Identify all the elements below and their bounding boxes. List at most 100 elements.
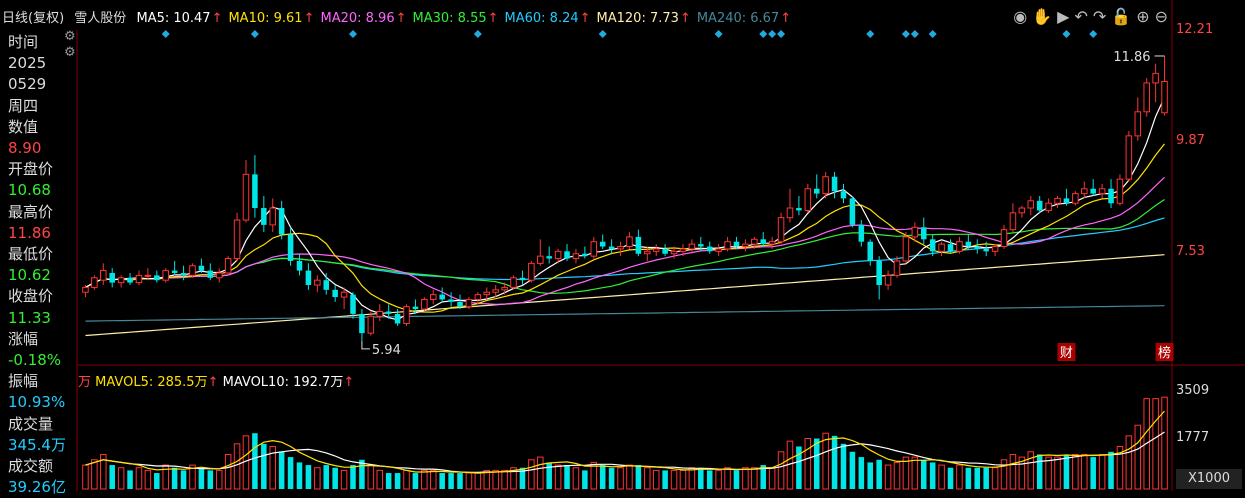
- candle-body: [938, 243, 945, 252]
- volume-bar: [1063, 454, 1070, 489]
- candle-body: [858, 224, 865, 242]
- candle-body: [1000, 229, 1008, 248]
- volume-bar: [340, 469, 348, 490]
- candle-body: [287, 234, 294, 261]
- candle-body: [269, 207, 277, 226]
- candle-body: [991, 246, 999, 252]
- volume-bar: [252, 433, 258, 489]
- volume-bar: [822, 432, 829, 490]
- candle-body: [501, 286, 508, 291]
- volume-bar: [448, 473, 454, 489]
- candle-body: [768, 241, 776, 245]
- candle-body: [983, 248, 989, 252]
- candle-body: [572, 253, 580, 260]
- candle-body: [688, 243, 696, 250]
- volume-bar: [1161, 396, 1168, 490]
- candle-body: [644, 250, 651, 255]
- volume-bar: [135, 467, 143, 490]
- candle-body: [1090, 188, 1096, 194]
- candle-body: [233, 219, 241, 260]
- candle-body: [1161, 80, 1168, 114]
- candle-body: [314, 279, 321, 286]
- candle-body: [162, 270, 169, 281]
- volume-bar: [117, 467, 125, 490]
- volume-bar: [465, 472, 473, 490]
- candle-body: [751, 238, 758, 245]
- volume-bar: [1000, 459, 1008, 490]
- volume-bar: [323, 465, 330, 489]
- volume-bar: [804, 438, 812, 490]
- volume-bar: [537, 456, 544, 490]
- volume-bar: [974, 467, 981, 489]
- volume-bar: [376, 469, 384, 490]
- candle-body: [849, 198, 856, 225]
- candle-body: [510, 277, 517, 288]
- candle-body: [698, 244, 704, 247]
- candle-body: [1098, 188, 1106, 195]
- candle-body: [804, 188, 812, 211]
- volume-bar: [296, 462, 303, 489]
- volume-bar: [91, 459, 98, 490]
- volume-bar: [572, 467, 580, 490]
- candle-body: [974, 246, 981, 249]
- volume-bar: [608, 467, 615, 489]
- volume-bar: [109, 465, 115, 489]
- candle-body: [1081, 188, 1088, 195]
- volume-bar: [287, 457, 294, 489]
- volume-bar: [154, 473, 160, 489]
- volume-bar: [858, 457, 865, 489]
- candle-body: [715, 248, 722, 252]
- kline-chart[interactable]: 11.86 5.94 财 榜: [0, 0, 1245, 491]
- volume-bar: [359, 459, 365, 489]
- volume-bar: [582, 470, 588, 489]
- volume-bar: [457, 473, 463, 489]
- volume-bar: [849, 451, 856, 489]
- candle-body: [652, 248, 660, 252]
- volume-bar: [127, 470, 133, 489]
- volume-bar: [278, 451, 285, 489]
- volume-bar: [947, 467, 954, 489]
- event-badge-bang: 榜: [1158, 345, 1171, 361]
- candle-body: [198, 265, 205, 271]
- volume-bar: [965, 467, 972, 489]
- candle-body: [367, 315, 375, 334]
- volume-bar: [876, 459, 882, 489]
- candle-body: [242, 173, 250, 221]
- candle-body: [831, 176, 838, 192]
- high-price-label: 11.86: [1113, 50, 1150, 65]
- candle-body: [929, 239, 936, 252]
- volume-bar: [215, 469, 223, 490]
- candle-body: [332, 289, 338, 298]
- candle-body: [483, 291, 491, 296]
- volume-bar: [911, 456, 919, 490]
- candle-body: [340, 291, 348, 298]
- candle-body: [742, 243, 749, 248]
- volume-bar: [991, 467, 999, 490]
- candle-body: [82, 286, 89, 293]
- signal-diamond-icon: [250, 30, 259, 38]
- candle-body: [91, 277, 98, 288]
- volume-bar: [1036, 454, 1043, 489]
- volume-bar: [1009, 453, 1017, 490]
- candle-body: [893, 260, 901, 276]
- volume-bar: [768, 467, 776, 490]
- candle-body: [215, 272, 223, 279]
- volume-bar: [233, 443, 241, 490]
- volume-bar: [679, 469, 687, 490]
- candle-body: [1125, 135, 1133, 180]
- candle-body: [670, 250, 678, 255]
- volume-bar: [626, 464, 633, 490]
- volume-bar: [884, 464, 892, 490]
- candle-body: [144, 274, 152, 277]
- volume-bar: [1072, 453, 1079, 490]
- candle-body: [920, 227, 927, 240]
- candle-body: [599, 241, 606, 247]
- candle-body: [554, 250, 562, 260]
- signal-diamond-icon: [910, 30, 919, 38]
- candle-body: [760, 239, 766, 245]
- candle-body: [350, 294, 356, 314]
- volume-bar: [938, 464, 945, 490]
- volume-bar: [920, 459, 927, 489]
- candle-body: [1063, 198, 1070, 204]
- volume-bar: [670, 469, 678, 490]
